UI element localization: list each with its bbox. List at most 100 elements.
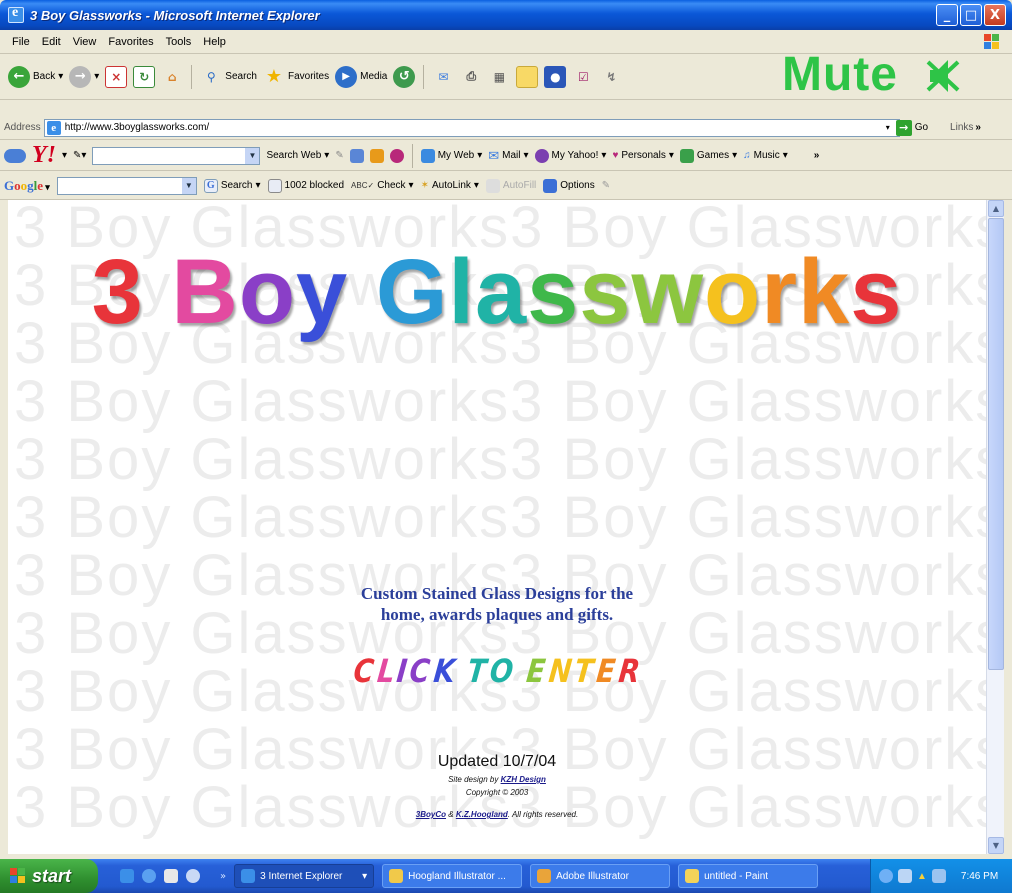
chevron-right-icon[interactable]: » (814, 150, 820, 161)
edit-icon[interactable]: ▦ (488, 66, 510, 88)
paint-icon (685, 869, 700, 883)
pencil-icon[interactable]: ✎▾ (73, 150, 86, 161)
print-icon[interactable]: ⎙ (460, 66, 482, 88)
quick-launch-media-icon[interactable] (186, 869, 200, 883)
vertical-scrollbar[interactable]: ▲ ▼ (986, 200, 1004, 854)
pencil-icon[interactable]: ✎ (602, 180, 610, 191)
click-to-enter-link[interactable]: CLICK TO ENTER (8, 652, 986, 690)
mute-speaker-icon[interactable] (926, 56, 960, 96)
popup-blocker-icon[interactable] (389, 148, 404, 163)
scroll-down-button[interactable]: ▼ (988, 837, 1004, 854)
media-button[interactable]: ▶ Media (335, 65, 387, 88)
discuss-icon[interactable] (516, 65, 539, 88)
google-search-button[interactable]: G Search ▾ (203, 178, 261, 193)
menu-file[interactable]: File (6, 34, 36, 50)
rights-notice: 3BoyCo & K.Z.Hoogland. All rights reserv… (415, 810, 579, 819)
my-yahoo-button[interactable]: My Yahoo! ▾ (534, 148, 606, 163)
menu-favorites[interactable]: Favorites (102, 34, 159, 50)
yahoo-logo[interactable]: Y! (32, 142, 56, 169)
forward-button[interactable]: → ▾ (69, 65, 99, 88)
anti-spy-icon[interactable] (369, 148, 384, 163)
menu-edit[interactable]: Edit (36, 34, 67, 50)
start-button[interactable]: start (0, 859, 98, 893)
go-button[interactable]: → Go (895, 119, 928, 136)
logo-letter: w (631, 241, 705, 343)
search-button[interactable]: ⚲ Search (200, 66, 257, 88)
scroll-thumb[interactable] (988, 218, 1004, 670)
logo-letter: s (579, 241, 632, 343)
refresh-icon[interactable]: ↻ (133, 65, 156, 88)
warning-icon[interactable]: ▲ (917, 871, 927, 882)
spell-check-button[interactable]: ABC✓ Check ▾ (351, 180, 414, 191)
close-button[interactable]: X (984, 4, 1006, 26)
quick-launch-desktop-icon[interactable] (142, 869, 156, 883)
history-icon[interactable]: ↺ (393, 65, 416, 88)
page-list-icon[interactable] (349, 148, 364, 163)
enter-letter: T (465, 652, 489, 690)
autofill-button[interactable]: AutoFill (485, 178, 536, 193)
dropdown-arrow-icon[interactable]: ▾ (62, 150, 67, 161)
kzh-design-link[interactable]: KZH Design (501, 775, 546, 784)
3boyco-link[interactable]: 3BoyCo (416, 810, 446, 819)
messenger-icon[interactable]: ● (544, 65, 567, 88)
maximize-button[interactable]: □ (960, 4, 982, 26)
yahoo-mail-icon[interactable]: ☑ (572, 66, 594, 88)
options-button[interactable]: Options (543, 178, 595, 193)
tray-chevron-icon[interactable] (879, 869, 893, 883)
menu-view[interactable]: View (67, 34, 103, 50)
minimize-button[interactable]: _ (936, 4, 958, 26)
taskbar-item-adobe-illustrator[interactable]: Adobe Illustrator (530, 864, 671, 888)
menu-help[interactable]: Help (197, 34, 232, 50)
favorites-button[interactable]: ★ Favorites (263, 66, 329, 88)
toolbar-separator (423, 64, 425, 89)
volume-icon[interactable] (931, 869, 946, 883)
links-button[interactable]: Links (950, 122, 973, 133)
title-bar: 3 Boy Glassworks - Microsoft Internet Ex… (0, 0, 1012, 30)
games-icon (679, 148, 694, 163)
stop-icon[interactable]: × (105, 65, 128, 88)
logo-letter: B (171, 241, 239, 343)
quick-launch-ie-icon[interactable] (120, 869, 134, 883)
address-input[interactable]: e http://www.3boyglassworks.com/ (43, 118, 900, 137)
mute-overlay-text[interactable]: Mute (782, 47, 898, 102)
my-web-button[interactable]: My Web ▾ (420, 148, 482, 163)
logo-letter: s (850, 241, 903, 343)
popup-blocked-button[interactable]: 1002 blocked (267, 178, 344, 193)
taskbar-item-hoogland-illustrator[interactable]: Hoogland Illustrator ... (382, 864, 523, 888)
mail-icon[interactable]: ✉ (432, 66, 454, 88)
quick-launch-app-icon[interactable] (164, 869, 178, 883)
research-icon[interactable]: ↯ (600, 66, 622, 88)
music-button[interactable]: ♫ Music ▾ (743, 150, 788, 161)
google-search-input[interactable]: ▼ (56, 176, 197, 195)
enter-letter: R (616, 652, 642, 690)
home-icon[interactable]: ⌂ (161, 66, 183, 88)
back-button[interactable]: ← Back ▾ (8, 65, 63, 88)
network-icon[interactable] (898, 869, 912, 883)
site-logo: 3 Boy Glassworks (8, 240, 986, 345)
mail-button[interactable]: ✉ Mail ▾ (488, 148, 528, 164)
chevron-right-icon[interactable]: » (975, 122, 981, 133)
personals-button[interactable]: ♥ Personals ▾ (612, 150, 673, 161)
games-button[interactable]: Games ▾ (679, 148, 737, 163)
yahoo-search-input[interactable]: ▼ (92, 146, 261, 165)
watermark-row: 3 Boy Glassworks3 Boy Glassworks3 Boy Gl… (14, 717, 986, 782)
scroll-up-button[interactable]: ▲ (988, 200, 1004, 217)
go-arrow-icon: → (895, 119, 912, 136)
menu-tools[interactable]: Tools (160, 34, 198, 50)
enter-letter: E (594, 652, 618, 690)
envelope-icon: ✉ (488, 147, 500, 163)
address-dropdown-icon[interactable]: ▾ (886, 123, 890, 132)
taskbar-item-internet-explorer[interactable]: 3 Internet Explorer ▾ (234, 864, 375, 888)
autolink-button[interactable]: ✶ AutoLink ▾ (421, 180, 479, 191)
logo-letter: o (704, 241, 762, 343)
chevron-down-icon[interactable]: ▼ (245, 147, 260, 164)
highlight-icon[interactable]: ✎ (335, 150, 343, 161)
taskbar-item-paint[interactable]: untitled - Paint (678, 864, 819, 888)
toolbar-options-icon[interactable] (4, 148, 26, 163)
copyright: Copyright © 2003 (465, 788, 529, 797)
chevron-right-icon[interactable]: » (220, 871, 226, 882)
chevron-down-icon[interactable]: ▼ (181, 177, 196, 194)
search-web-button[interactable]: Search Web ▾ (266, 150, 329, 161)
kz-hoogland-link[interactable]: K.Z.Hoogland (456, 810, 508, 819)
google-logo[interactable]: Google ▾ (4, 178, 50, 194)
